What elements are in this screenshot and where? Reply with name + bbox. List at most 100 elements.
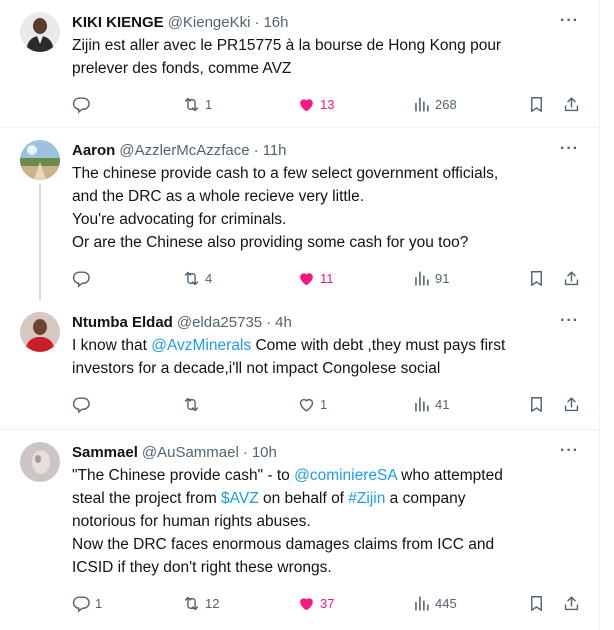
text-segment: Come with debt ,they must pays first <box>251 337 506 354</box>
retweet-button[interactable]: 4 <box>182 268 212 288</box>
hashtag-link[interactable]: #Zijin <box>348 490 385 507</box>
user-handle[interactable]: @AuSammael <box>142 444 239 461</box>
user-handle[interactable]: @elda25735 <box>177 314 262 331</box>
retweet-count: 12 <box>205 595 220 611</box>
timestamp[interactable]: 10h <box>252 444 277 461</box>
view-count: 91 <box>435 270 450 286</box>
action-bar: 1 12 37 445 <box>72 585 583 625</box>
retweet-button[interactable]: 12 <box>182 593 219 613</box>
bookmark-icon <box>527 95 546 114</box>
retweet-icon <box>182 395 201 414</box>
text-line: Now the DRC faces enormous damages claim… <box>72 536 495 553</box>
action-bar: 1 41 <box>72 386 583 426</box>
views-button[interactable]: 268 <box>412 94 457 114</box>
reply-icon <box>72 95 91 114</box>
retweet-button[interactable]: 1 <box>182 94 212 114</box>
heart-icon <box>297 95 316 114</box>
like-count: 37 <box>320 595 335 611</box>
tweet-text: I know that @AvzMinerals Come with debt … <box>72 334 583 380</box>
views-button[interactable]: 41 <box>412 394 449 414</box>
mention-link[interactable]: @AvzMinerals <box>151 337 251 354</box>
text-line: and the DRC as a whole recieve very litt… <box>72 188 365 205</box>
timestamp[interactable]: 11h <box>263 142 287 159</box>
retweet-count: 1 <box>205 96 213 112</box>
text-line: ICSID if they don't right these wrongs. <box>72 559 332 576</box>
cashtag-link[interactable]: $AVZ <box>221 490 259 507</box>
share-button[interactable] <box>562 394 581 414</box>
avatar[interactable] <box>20 12 60 52</box>
like-count: 1 <box>320 396 328 412</box>
display-name[interactable]: Aaron <box>72 142 115 159</box>
avatar[interactable] <box>20 442 60 482</box>
reply-icon <box>72 269 91 288</box>
reply-button[interactable] <box>72 94 95 114</box>
reply-count: 1 <box>95 595 103 611</box>
text-segment: steal the project from <box>72 490 222 507</box>
share-button[interactable] <box>562 268 581 288</box>
reply-button[interactable] <box>72 268 95 288</box>
tweet-header: Ntumba Eldad @elda25735 · 4h <box>72 312 583 332</box>
views-button[interactable]: 445 <box>412 593 457 613</box>
more-icon[interactable]: ··· <box>560 140 579 158</box>
share-button[interactable] <box>562 94 581 114</box>
bookmark-icon <box>527 594 546 613</box>
bookmark-icon <box>527 269 546 288</box>
more-icon[interactable]: ··· <box>560 442 579 460</box>
user-handle[interactable]: @KiengeKki <box>168 14 251 31</box>
bookmark-button[interactable] <box>527 394 546 414</box>
retweet-count: 4 <box>205 270 213 286</box>
view-count: 41 <box>435 396 450 412</box>
text-segment: who attempted <box>396 467 503 484</box>
display-name[interactable]: Ntumba Eldad <box>72 314 173 331</box>
tweet[interactable]: Ntumba Eldad @elda25735 · 4h ··· I know … <box>0 300 599 430</box>
more-icon[interactable]: ··· <box>560 312 579 330</box>
timestamp[interactable]: 16h <box>263 14 288 31</box>
like-button[interactable]: 13 <box>297 94 334 114</box>
tweet-text: Zijin est aller avec le PR15775 à la bou… <box>72 34 583 80</box>
tweet[interactable]: KIKI KIENGE @KiengeKki · 16h ··· Zijin e… <box>0 0 599 128</box>
avatar[interactable] <box>20 140 60 180</box>
display-name[interactable]: KIKI KIENGE <box>72 14 164 31</box>
text-line: The chinese provide cash to a few select… <box>72 165 499 182</box>
tweet-header: Sammael @AuSammael · 10h <box>72 442 583 462</box>
bookmark-button[interactable] <box>527 593 546 613</box>
views-icon <box>412 95 431 114</box>
text-segment: "The Chinese provide cash" - to <box>72 467 295 484</box>
separator-dot: · <box>254 13 260 31</box>
text-line: Zijin est aller avec le PR15775 à la bou… <box>72 37 502 54</box>
tweet[interactable]: Aaron @AzzlerMcAzzface · 11h ··· The chi… <box>0 128 599 300</box>
action-bar: 4 11 91 <box>72 260 583 300</box>
text-line: notorious for human rights abuses. <box>72 513 311 530</box>
bookmark-button[interactable] <box>527 94 546 114</box>
bookmark-icon <box>527 395 546 414</box>
retweet-icon <box>182 95 201 114</box>
like-button[interactable]: 37 <box>297 593 334 613</box>
mention-link[interactable]: @cominiereSA <box>294 467 397 484</box>
user-handle[interactable]: @AzzlerMcAzzface <box>119 142 249 159</box>
share-icon <box>562 395 581 414</box>
retweet-icon <box>182 269 201 288</box>
timestamp[interactable]: 4h <box>275 314 292 331</box>
text-line: You're advocating for criminals. <box>72 211 287 228</box>
like-button[interactable]: 1 <box>297 394 327 414</box>
tweet-text: "The Chinese provide cash" - to @cominie… <box>72 464 583 579</box>
share-icon <box>562 95 581 114</box>
view-count: 268 <box>435 96 457 112</box>
retweet-button[interactable] <box>182 394 205 414</box>
reply-button[interactable] <box>72 394 95 414</box>
separator-dot: · <box>253 141 259 159</box>
like-button[interactable]: 11 <box>297 268 334 288</box>
text-line: Or are the Chinese also providing some c… <box>72 234 469 251</box>
views-icon <box>412 594 431 613</box>
share-button[interactable] <box>562 593 581 613</box>
tweet[interactable]: Sammael @AuSammael · 10h ··· "The Chines… <box>0 430 599 630</box>
reply-feed: KIKI KIENGE @KiengeKki · 16h ··· Zijin e… <box>0 0 600 630</box>
reply-button[interactable]: 1 <box>72 593 102 613</box>
bookmark-button[interactable] <box>527 268 546 288</box>
avatar[interactable] <box>20 312 60 352</box>
tweet-text: The chinese provide cash to a few select… <box>72 162 583 254</box>
more-icon[interactable]: ··· <box>560 12 579 30</box>
display-name[interactable]: Sammael <box>72 444 138 461</box>
views-button[interactable]: 91 <box>412 268 449 288</box>
views-icon <box>412 395 431 414</box>
